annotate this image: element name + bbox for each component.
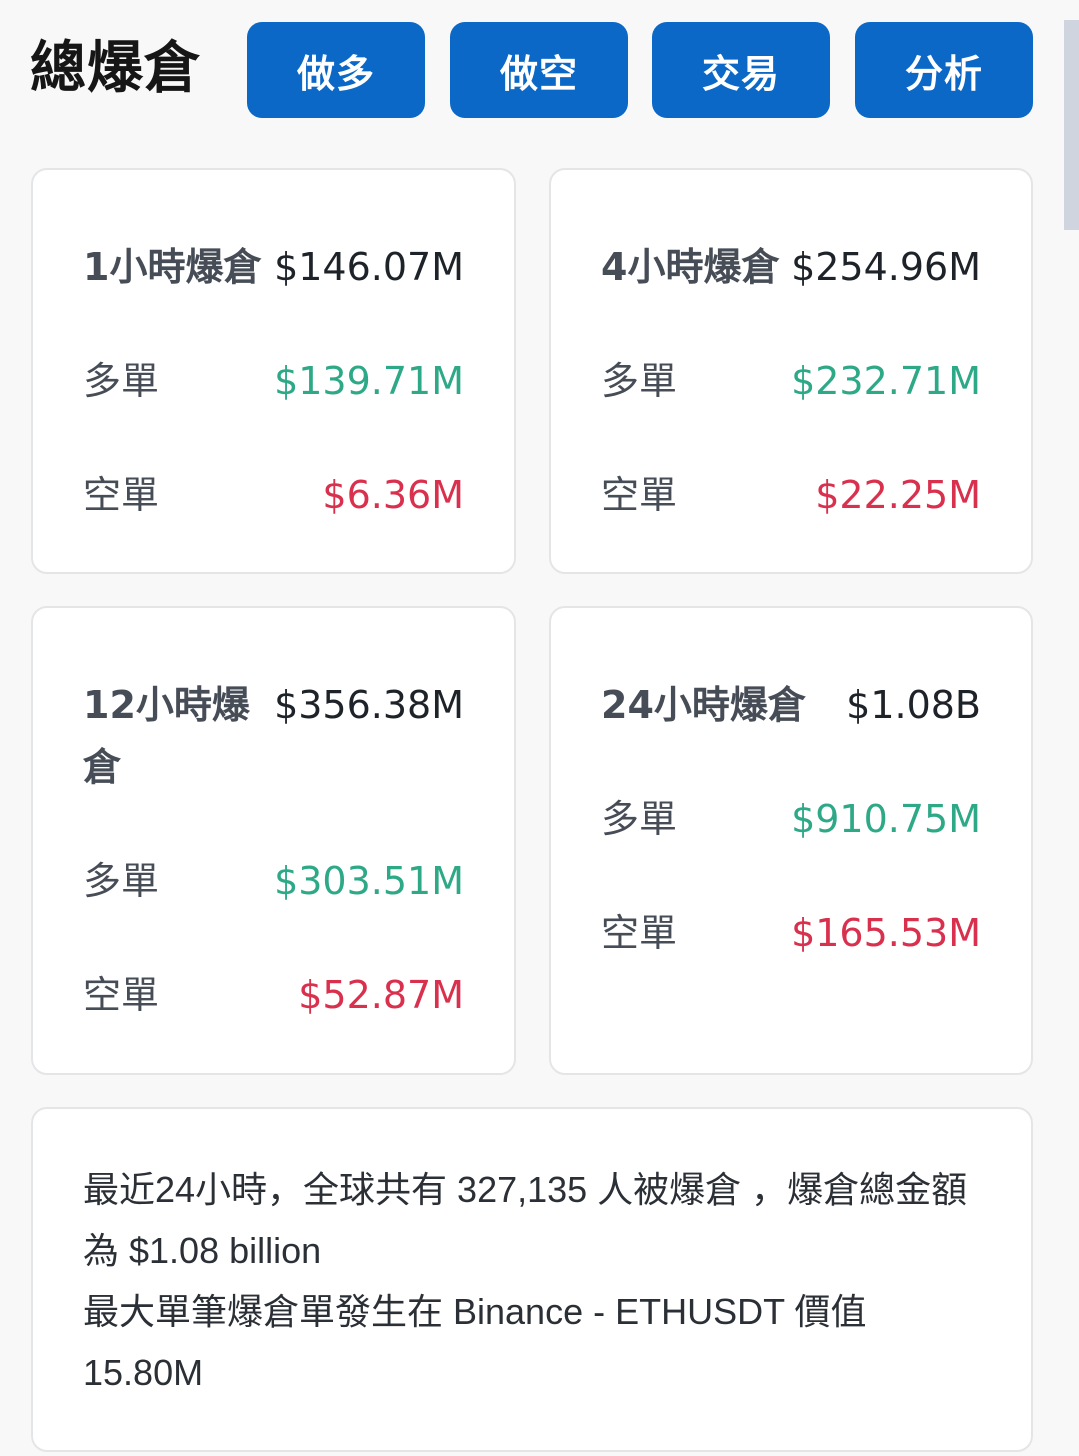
short-value: $52.87M xyxy=(298,973,464,1017)
long-label: 多單 xyxy=(601,359,678,403)
long-row: 多單 $232.71M xyxy=(601,350,981,412)
total-value: $254.96M xyxy=(791,245,981,289)
short-value: $165.53M xyxy=(791,911,981,955)
liquidation-card-4h: 4小時爆倉 $254.96M 多單 $232.71M 空單 $22.25M xyxy=(549,168,1033,574)
total-value: $1.08B xyxy=(846,683,981,727)
header: 總爆倉 做多 做空 交易 分析 xyxy=(0,0,1060,140)
short-label: 空單 xyxy=(601,911,678,955)
page-title: 總爆倉 xyxy=(30,36,201,101)
liquidation-card-1h: 1小時爆倉 $146.07M 多單 $139.71M 空單 $6.36M xyxy=(31,168,516,574)
short-button[interactable]: 做空 xyxy=(450,22,628,118)
short-value: $6.36M xyxy=(322,473,464,517)
scrollbar-thumb[interactable] xyxy=(1064,20,1079,230)
card-header-row: 1小時爆倉 $146.07M xyxy=(83,236,464,298)
long-row: 多單 $910.75M xyxy=(601,788,981,850)
long-button[interactable]: 做多 xyxy=(247,22,425,118)
short-value: $22.25M xyxy=(815,473,981,517)
long-label: 多單 xyxy=(83,859,160,903)
short-label: 空單 xyxy=(83,473,160,517)
long-value: $232.71M xyxy=(791,359,981,403)
long-value: $303.51M xyxy=(274,859,464,903)
liquidation-card-24h: 24小時爆倉 $1.08B 多單 $910.75M 空單 $165.53M xyxy=(549,606,1033,1075)
short-row: 空單 $22.25M xyxy=(601,464,981,526)
period-label: 4小時爆倉 xyxy=(601,245,780,289)
card-header-row: 4小時爆倉 $254.96M xyxy=(601,236,981,298)
long-value: $139.71M xyxy=(274,359,464,403)
card-header-row: 24小時爆倉 $1.08B xyxy=(601,674,981,736)
short-label: 空單 xyxy=(83,973,160,1017)
long-value: $910.75M xyxy=(791,797,981,841)
short-row: 空單 $165.53M xyxy=(601,902,981,964)
short-row: 空單 $52.87M xyxy=(83,964,464,1026)
summary-line-largest: 最大單筆爆倉單發生在 Binance - ETHUSDT 價值 15.80M xyxy=(83,1291,867,1393)
summary-card: 最近24小時，全球共有 327,135 人被爆倉 ，爆倉總金額為 $1.08 b… xyxy=(31,1107,1033,1452)
short-row: 空單 $6.36M xyxy=(83,464,464,526)
summary-line-total: 最近24小時，全球共有 327,135 人被爆倉 ，爆倉總金額為 $1.08 b… xyxy=(83,1169,968,1271)
period-label: 12小時爆倉 xyxy=(83,683,250,789)
summary-text: 最近24小時，全球共有 327,135 人被爆倉 ，爆倉總金額為 $1.08 b… xyxy=(83,1159,981,1403)
long-row: 多單 $303.51M xyxy=(83,850,464,912)
trade-button[interactable]: 交易 xyxy=(652,22,830,118)
analysis-button[interactable]: 分析 xyxy=(855,22,1033,118)
long-row: 多單 $139.71M xyxy=(83,350,464,412)
liquidation-card-12h: 12小時爆倉 $356.38M 多單 $303.51M 空單 $52.87M xyxy=(31,606,516,1075)
short-label: 空單 xyxy=(601,473,678,517)
liquidation-page: 總爆倉 做多 做空 交易 分析 1小時爆倉 $146.07M 多單 $139.7… xyxy=(0,0,1079,1456)
card-header-row: 12小時爆倉 $356.38M xyxy=(83,674,464,798)
long-label: 多單 xyxy=(601,797,678,841)
total-value: $356.38M xyxy=(274,683,464,727)
total-value: $146.07M xyxy=(274,245,464,289)
period-label: 24小時爆倉 xyxy=(601,683,806,727)
long-label: 多單 xyxy=(83,359,160,403)
period-label: 1小時爆倉 xyxy=(83,245,262,289)
